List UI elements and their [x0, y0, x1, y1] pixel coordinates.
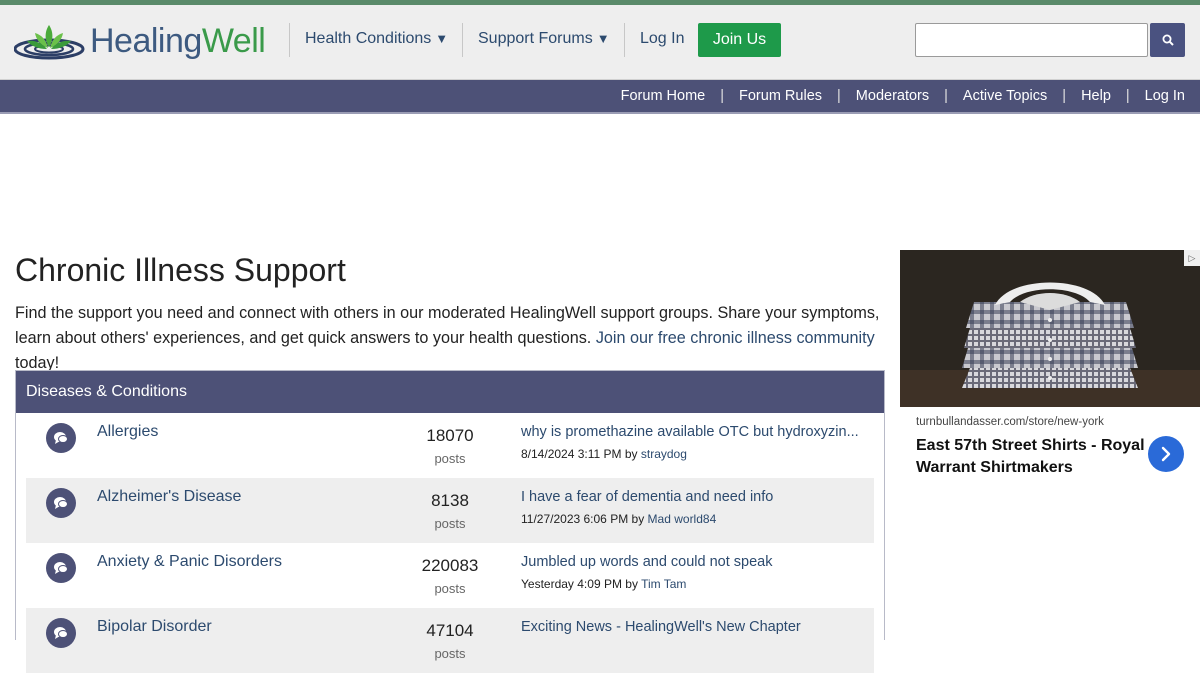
forum-rules-link[interactable]: Forum Rules: [739, 88, 822, 104]
forum-row: Allergies 18070 posts why is promethazin…: [26, 413, 874, 478]
post-count: 8138: [431, 491, 469, 510]
intro-paragraph: Find the support you need and connect wi…: [15, 301, 887, 376]
post-count-unit: posts: [434, 581, 466, 596]
search-icon: [1162, 34, 1174, 46]
sidebar-advertisement[interactable]: ▷ turnbullandasser.com/store/new-york Ea…: [900, 250, 1200, 490]
caret-down-icon: ▼: [596, 31, 610, 46]
last-post-meta: 11/27/2023 6:06 PM by Mad world84: [521, 512, 716, 526]
ad-title[interactable]: East 57th Street Shirts - Royal Warrant …: [916, 435, 1146, 479]
forum-name-link[interactable]: Bipolar Disorder: [97, 618, 212, 636]
forum-name-link[interactable]: Anxiety & Panic Disorders: [97, 553, 282, 571]
nav-login-label: Log In: [640, 30, 685, 47]
header-divider: [624, 23, 625, 57]
header-divider: [289, 23, 290, 57]
healingwell-logo[interactable]: HealingWell: [14, 21, 266, 61]
forum-link-separator: |: [1125, 88, 1130, 104]
forum-name-link[interactable]: Allergies: [97, 423, 158, 441]
last-post-user-link[interactable]: Mad world84: [648, 512, 717, 526]
logo-text-healing: Healing: [90, 22, 202, 60]
post-count: 220083: [421, 556, 479, 575]
forum-links: Forum Home | Forum Rules | Moderators | …: [621, 80, 1185, 112]
forum-link-separator: |: [720, 88, 725, 104]
chevron-right-icon: [1161, 446, 1171, 462]
forum-bubble-icon: [46, 553, 76, 583]
last-post-date: 11/27/2023 6:06 PM by: [521, 512, 645, 526]
search-button[interactable]: [1150, 23, 1185, 57]
panel-title: Diseases & Conditions: [16, 371, 884, 413]
join-us-button[interactable]: Join Us: [698, 23, 781, 57]
nav-login-link[interactable]: Log In: [640, 28, 684, 50]
nav-health-conditions[interactable]: Health Conditions ▼: [305, 28, 448, 50]
shirts-illustration: [900, 250, 1200, 407]
last-topic-link[interactable]: Jumbled up words and could not speak: [521, 554, 866, 570]
post-count-unit: posts: [434, 451, 466, 466]
last-post-meta: 8/14/2024 3:11 PM by straydog: [521, 447, 687, 461]
nav-health-conditions-label: Health Conditions: [305, 30, 432, 47]
forum-home-link[interactable]: Forum Home: [621, 88, 706, 104]
ad-domain[interactable]: turnbullandasser.com/store/new-york: [916, 416, 1104, 428]
forum-link-separator: |: [837, 88, 841, 104]
lotus-logo-icon: [14, 25, 85, 60]
forum-bubble-icon: [46, 488, 76, 518]
search-input[interactable]: [915, 23, 1148, 57]
caret-down-icon: ▼: [435, 31, 449, 46]
header-divider: [462, 23, 463, 57]
post-count: 47104: [426, 621, 474, 640]
forum-name-link[interactable]: Alzheimer's Disease: [97, 488, 241, 506]
post-count-unit: posts: [434, 646, 466, 661]
forum-login-link[interactable]: Log In: [1145, 88, 1185, 104]
last-post-date: 8/14/2024 3:11 PM by: [521, 447, 638, 461]
post-count-unit: posts: [434, 516, 466, 531]
moderators-link[interactable]: Moderators: [856, 88, 929, 104]
forum-link-separator: |: [1062, 88, 1067, 104]
page-title: Chronic Illness Support: [15, 252, 346, 288]
ad-image-folded-shirts[interactable]: ▷: [900, 250, 1200, 407]
site-header: HealingWell Health Conditions ▼ Support …: [0, 5, 1200, 80]
ad-choices-icon[interactable]: ▷: [1184, 250, 1200, 266]
last-post-user-link[interactable]: Tim Tam: [641, 577, 686, 591]
forum-row: Anxiety & Panic Disorders 220083 posts J…: [26, 543, 874, 608]
last-post-date: Yesterday 4:09 PM by: [521, 577, 638, 591]
last-post-meta: Yesterday 4:09 PM by Tim Tam: [521, 577, 686, 591]
forum-list: Allergies 18070 posts why is promethazin…: [26, 413, 874, 673]
active-topics-link[interactable]: Active Topics: [963, 88, 1047, 104]
last-topic-link[interactable]: I have a fear of dementia and need info: [521, 489, 866, 505]
logo-wordmark: HealingWell: [90, 21, 266, 61]
forum-category-panel: Diseases & Conditions Allergies 18070 po…: [15, 370, 885, 673]
join-community-link[interactable]: Join our free chronic illness community: [596, 329, 875, 347]
post-count: 18070: [426, 426, 474, 445]
forum-nav-bar: Forum Home | Forum Rules | Moderators | …: [0, 80, 1200, 114]
help-link[interactable]: Help: [1081, 88, 1111, 104]
logo-text-well: Well: [201, 22, 266, 60]
nav-support-forums[interactable]: Support Forums ▼: [478, 28, 610, 50]
forum-link-separator: |: [944, 88, 948, 104]
forum-bubble-icon: [46, 423, 76, 453]
nav-support-forums-label: Support Forums: [478, 30, 593, 47]
last-post-user-link[interactable]: straydog: [641, 447, 687, 461]
forum-bubble-icon: [46, 618, 76, 648]
last-topic-link[interactable]: Exciting News - HealingWell's New Chapte…: [521, 619, 866, 635]
ad-next-button[interactable]: [1148, 436, 1184, 472]
forum-row: Bipolar Disorder 47104 posts Exciting Ne…: [26, 608, 874, 673]
last-topic-link[interactable]: why is promethazine available OTC but hy…: [521, 424, 866, 440]
forum-row: Alzheimer's Disease 8138 posts I have a …: [26, 478, 874, 543]
